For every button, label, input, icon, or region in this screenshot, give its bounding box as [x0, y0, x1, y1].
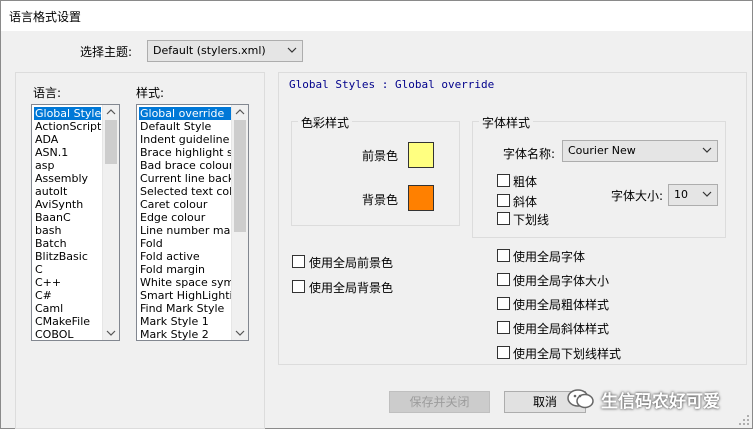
foreground-color-swatch[interactable] [408, 142, 434, 168]
list-item[interactable]: Find Mark Style [139, 302, 231, 315]
language-list[interactable]: Global Styles ActionScript ADA ASN.1 asp Asse… [31, 104, 120, 341]
font-size-value: 10 [674, 188, 688, 201]
watermark: 生信码农好可爱 [567, 385, 747, 415]
arrow-down-icon[interactable] [106, 329, 116, 337]
list-item[interactable]: Batch [34, 237, 101, 250]
use-global-bg-label: 使用全局背景色 [309, 281, 394, 295]
background-color-swatch[interactable] [408, 185, 434, 211]
list-item[interactable]: AviSynth [34, 198, 101, 211]
use-global-font-size-checkbox[interactable] [497, 273, 510, 286]
watermark-text: 生信码农好可爱 [601, 392, 720, 412]
list-item[interactable]: autoIt [34, 185, 101, 198]
list-item[interactable]: Global override [139, 107, 231, 120]
list-item[interactable]: Caml [34, 302, 101, 315]
use-global-bg-checkbox[interactable] [292, 280, 305, 293]
use-global-italic-checkbox[interactable] [497, 321, 510, 334]
list-item[interactable]: C [34, 263, 101, 276]
theme-select-value: Default (stylers.xml) [153, 44, 266, 57]
chevron-down-icon [287, 47, 297, 53]
resize-grip-icon[interactable] [738, 414, 750, 426]
use-global-underline-checkbox[interactable] [497, 346, 510, 359]
language-list-scroll-thumb[interactable] [105, 120, 117, 164]
bold-label: 粗体 [513, 175, 538, 189]
style-list-scroll-thumb[interactable] [234, 120, 246, 232]
use-global-bold-checkbox[interactable] [497, 297, 510, 310]
background-color-label: 背景色 [362, 193, 399, 207]
style-label: 样式: [136, 86, 165, 100]
use-global-font-checkbox[interactable] [497, 249, 510, 262]
color-style-legend: 色彩样式 [298, 114, 353, 131]
color-style-group: 色彩样式 [291, 114, 460, 226]
list-item[interactable]: Mark Style 2 [139, 328, 231, 340]
theme-select[interactable]: Default (stylers.xml) [147, 40, 303, 62]
list-item[interactable]: CMakeFile [34, 315, 101, 328]
font-name-label: 字体名称: [503, 147, 556, 161]
list-item[interactable]: BaanC [34, 211, 101, 224]
list-item[interactable]: Selected text colou [139, 185, 246, 198]
list-item[interactable]: Edge colour [139, 211, 231, 224]
theme-label: 选择主题: [80, 45, 133, 59]
chevron-down-icon [702, 191, 712, 197]
list-item[interactable]: Default Style [139, 120, 231, 133]
font-name-select[interactable]: Courier New [562, 140, 718, 162]
list-item[interactable]: Global Styles [34, 107, 107, 120]
list-item[interactable]: Indent guideline sty [139, 133, 248, 146]
list-item[interactable]: Caret colour [139, 198, 231, 211]
language-label: 语言: [33, 86, 62, 100]
arrow-up-icon[interactable] [235, 108, 245, 116]
window-title: 语言格式设置 [9, 10, 82, 24]
underline-checkbox[interactable] [497, 212, 510, 225]
list-item[interactable]: ActionScript [34, 120, 101, 133]
arrow-up-icon[interactable] [106, 108, 116, 116]
use-global-bold-label: 使用全局粗体样式 [513, 298, 610, 312]
font-name-value: Courier New [568, 144, 636, 157]
wechat-icon [567, 389, 594, 409]
font-size-label: 字体大小: [611, 189, 664, 203]
list-item[interactable]: C++ [34, 276, 101, 289]
title-bar[interactable]: 语言格式设置 [1, 1, 752, 31]
list-item[interactable]: Fold active [139, 250, 231, 263]
use-global-italic-label: 使用全局斜体样式 [513, 322, 610, 336]
list-item[interactable]: ADA [34, 133, 101, 146]
list-item[interactable]: BlitzBasic [34, 250, 101, 263]
foreground-color-label: 前景色 [362, 149, 399, 163]
bold-checkbox[interactable] [497, 174, 510, 187]
font-size-select[interactable]: 10 [668, 184, 718, 206]
list-item[interactable]: Fold [139, 237, 231, 250]
font-style-legend: 字体样式 [479, 114, 534, 131]
italic-label: 斜体 [513, 195, 538, 209]
use-global-underline-label: 使用全局下划线样式 [513, 347, 622, 361]
panel-title: Global Styles : Global override [289, 78, 495, 91]
list-item[interactable]: Assembly [34, 172, 101, 185]
list-item[interactable]: Line number margin [139, 224, 248, 237]
list-item[interactable]: Bad brace colour [139, 159, 233, 172]
underline-label: 下划线 [513, 213, 550, 227]
list-item[interactable]: asp [34, 159, 101, 172]
list-item[interactable]: White space symbo [139, 276, 248, 289]
use-global-fg-label: 使用全局前景色 [309, 256, 394, 270]
list-item[interactable]: Smart HighLighting [139, 289, 247, 302]
list-item[interactable]: Fold margin [139, 263, 231, 276]
chevron-down-icon [702, 147, 712, 153]
use-global-font-label: 使用全局字体 [513, 250, 586, 264]
style-list[interactable]: Global override Default Style Indent guide… [136, 104, 249, 341]
use-global-font-size-label: 使用全局字体大小 [513, 274, 610, 288]
list-item[interactable]: bash [34, 224, 101, 237]
font-style-group: 字体样式 [472, 114, 726, 238]
list-item[interactable]: ASN.1 [34, 146, 101, 159]
list-item[interactable]: Current line backgr [139, 172, 246, 185]
list-item[interactable]: C# [34, 289, 101, 302]
list-item[interactable]: Mark Style 1 [139, 315, 231, 328]
list-item[interactable]: COBOL [34, 328, 101, 340]
save-close-button[interactable]: 保存并关闭 [389, 391, 490, 413]
language-list-scrollbar[interactable] [102, 105, 119, 340]
arrow-down-icon[interactable] [235, 329, 245, 337]
list-item[interactable]: Brace highlight style [139, 146, 248, 159]
style-configurator-dialog: 语言格式设置 选择主题: Default (stylers.xml) 语言: 样… [0, 0, 753, 429]
italic-checkbox[interactable] [497, 194, 510, 207]
style-list-scrollbar[interactable] [231, 105, 248, 340]
use-global-fg-checkbox[interactable] [292, 255, 305, 268]
